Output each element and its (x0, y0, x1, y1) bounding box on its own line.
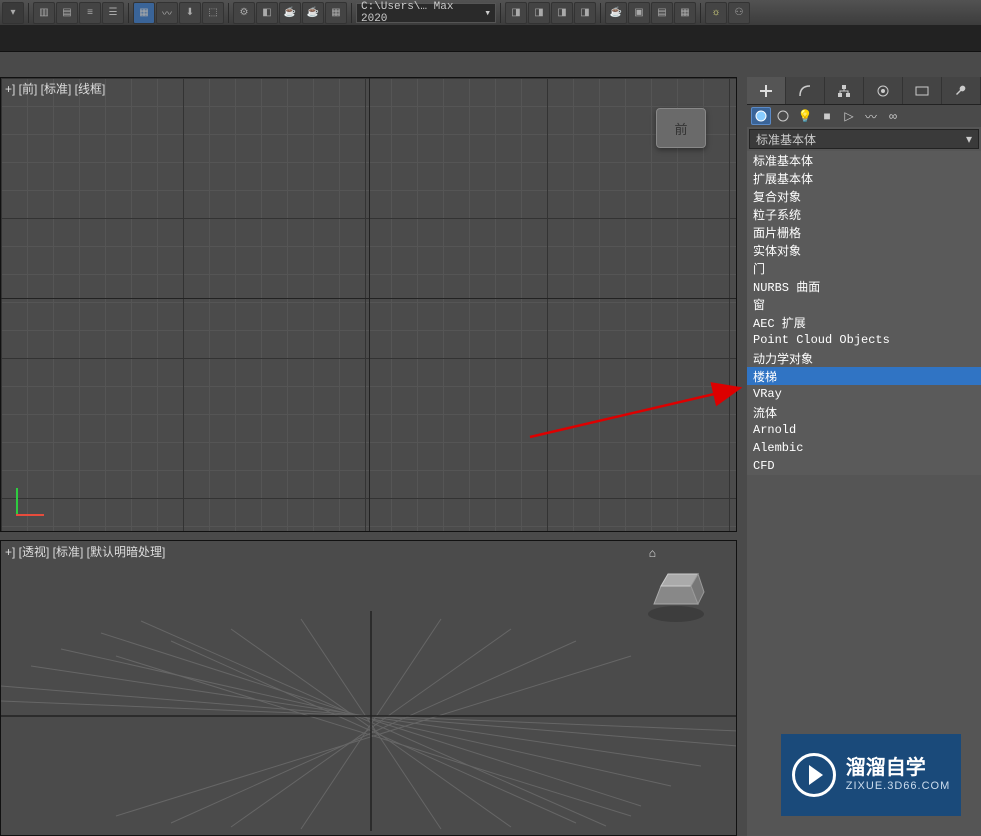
category-item[interactable]: NURBS 曲面 (747, 277, 981, 295)
light-icon: 💡 (798, 109, 813, 123)
toolbar-icon-3[interactable]: ≡ (79, 2, 101, 24)
display-icon (914, 83, 930, 99)
toolbar-icon-10[interactable]: ◧ (256, 2, 278, 24)
helper-icon: ▷ (844, 109, 853, 123)
category-item[interactable]: AEC 扩展 (747, 313, 981, 331)
watermark-subtitle: ZIXUE.3D66.COM (846, 780, 950, 793)
plus-icon (758, 83, 774, 99)
toolbar-icon-15[interactable]: ◨ (528, 2, 550, 24)
category-item[interactable]: 实体对象 (747, 241, 981, 259)
category-item[interactable]: Alembic (747, 439, 981, 457)
arc-icon (797, 83, 813, 99)
viewport-perspective[interactable]: +] [透视] [标准] [默认明暗处理] ⌂ (0, 540, 737, 836)
toolbar-dropdown[interactable]: ▾ (2, 2, 24, 24)
viewport-front-label[interactable]: +] [前] [标准] [线框] (5, 80, 105, 97)
toolbar-icon-19[interactable]: ▣ (628, 2, 650, 24)
link-icon: ∞ (889, 109, 898, 123)
category-item[interactable]: 扩展基本体 (747, 169, 981, 187)
toolbar-icon-16[interactable]: ◨ (551, 2, 573, 24)
menu-strip (0, 26, 981, 52)
project-path-display[interactable]: C:\Users\… Max 2020 ▾ (356, 3, 496, 23)
sphere-icon (754, 109, 768, 123)
toolbar-icon-22[interactable]: ☼ (705, 2, 727, 24)
create-tab[interactable] (747, 77, 786, 104)
viewcube-face-label: 前 (674, 119, 687, 138)
helpers-subtab[interactable]: ▷ (839, 107, 859, 125)
modify-tab[interactable] (786, 77, 825, 104)
shape-icon (776, 109, 790, 123)
category-item[interactable]: 流体 (747, 403, 981, 421)
category-item[interactable]: 面片栅格 (747, 223, 981, 241)
category-item[interactable]: 粒子系统 (747, 205, 981, 223)
gear-icon[interactable]: ⚙ (233, 2, 255, 24)
command-panel-tabs (747, 77, 981, 105)
create-subtabs: 💡 ■ ▷ 〰 ∞ (747, 105, 981, 127)
toolbar-icon-6[interactable]: 〰 (156, 2, 178, 24)
spacewarps-subtab[interactable]: 〰 (861, 107, 881, 125)
toolbar-icon-23[interactable]: ⚇ (728, 2, 750, 24)
cameras-subtab[interactable]: ■ (817, 107, 837, 125)
main-toolbar: ▾ ▥ ▤ ≡ ☰ ▦ 〰 ⬇ ⬚ ⚙ ◧ ☕ ☕ ▦ C:\Users\… M… (0, 0, 981, 26)
play-icon (792, 753, 836, 797)
toolbar-icon-7[interactable]: ⬇ (179, 2, 201, 24)
category-dropdown[interactable]: 标准基本体 ▾ (749, 129, 979, 149)
perspective-grid (1, 541, 736, 835)
category-item[interactable]: CFD (747, 457, 981, 475)
hierarchy-icon (836, 83, 852, 99)
category-item[interactable]: 门 (747, 259, 981, 277)
motion-icon (875, 83, 891, 99)
toolbar-icon-21[interactable]: ▦ (674, 2, 696, 24)
wave-icon: 〰 (865, 108, 877, 125)
category-item[interactable]: 标准基本体 (747, 151, 981, 169)
watermark-title: 溜溜自学 (846, 756, 950, 780)
viewport-perspective-label[interactable]: +] [透视] [标准] [默认明暗处理] (5, 543, 165, 560)
camera-icon: ■ (823, 109, 830, 123)
shapes-subtab[interactable] (773, 107, 793, 125)
teapot-icon-1[interactable]: ☕ (279, 2, 301, 24)
category-item[interactable]: 楼梯 (747, 367, 981, 385)
category-item[interactable]: 复合对象 (747, 187, 981, 205)
teapot-icon-2[interactable]: ☕ (302, 2, 324, 24)
toolbar-icon-5[interactable]: ▦ (133, 2, 155, 24)
category-item[interactable]: Arnold (747, 421, 981, 439)
viewport-front[interactable]: +] [前] [标准] [线框] 前 (0, 77, 737, 532)
render-teapot-icon[interactable]: ☕ (605, 2, 627, 24)
path-text: C:\Users\… Max 2020 (361, 1, 484, 25)
toolbar-icon-14[interactable]: ◨ (505, 2, 527, 24)
toolbar-icon-20[interactable]: ▤ (651, 2, 673, 24)
toolbar-icon-1[interactable]: ▥ (33, 2, 55, 24)
wrench-icon (953, 83, 969, 99)
watermark-badge: 溜溜自学 ZIXUE.3D66.COM (781, 734, 961, 816)
hierarchy-tab[interactable] (825, 77, 864, 104)
viewcube-perspective[interactable] (646, 566, 706, 621)
utilities-tab[interactable] (942, 77, 981, 104)
toolbar-icon-2[interactable]: ▤ (56, 2, 78, 24)
systems-subtab[interactable]: ∞ (883, 107, 903, 125)
dropdown-selected-text: 标准基本体 (756, 131, 816, 148)
toolbar-icon-13[interactable]: ▦ (325, 2, 347, 24)
motion-tab[interactable] (864, 77, 903, 104)
command-panel: 💡 ■ ▷ 〰 ∞ 标准基本体 ▾ 标准基本体扩展基本体复合对象粒子系统面片栅格… (747, 77, 981, 836)
toolbar-icon-17[interactable]: ◨ (574, 2, 596, 24)
category-list: 标准基本体扩展基本体复合对象粒子系统面片栅格实体对象门NURBS 曲面窗AEC … (747, 151, 981, 475)
axis-gizmo-icon (16, 476, 56, 516)
chevron-down-icon: ▾ (966, 132, 972, 146)
lights-subtab[interactable]: 💡 (795, 107, 815, 125)
category-item[interactable]: VRay (747, 385, 981, 403)
category-item[interactable]: 动力学对象 (747, 349, 981, 367)
chevron-down-icon: ▾ (484, 6, 491, 20)
display-tab[interactable] (903, 77, 942, 104)
viewcube-front[interactable]: 前 (656, 108, 706, 148)
toolbar-icon-4[interactable]: ☰ (102, 2, 124, 24)
toolbar-icon-8[interactable]: ⬚ (202, 2, 224, 24)
category-item[interactable]: Point Cloud Objects (747, 331, 981, 349)
geometry-subtab[interactable] (751, 107, 771, 125)
category-item[interactable]: 窗 (747, 295, 981, 313)
